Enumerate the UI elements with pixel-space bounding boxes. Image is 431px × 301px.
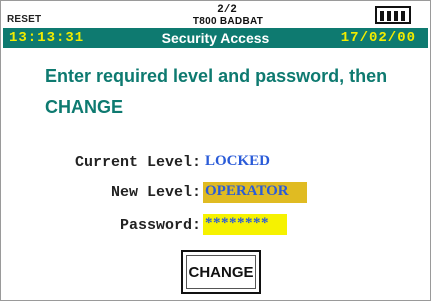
page-indicator: 2/2 bbox=[217, 4, 237, 16]
clock-time: 13:13:31 bbox=[9, 30, 85, 46]
change-button-label: CHANGE bbox=[186, 255, 256, 289]
new-level-select[interactable]: OPERATOR bbox=[203, 182, 307, 203]
password-label: Password: bbox=[119, 217, 201, 234]
status-bar: RESET 2/2 T800 BADBAT bbox=[3, 3, 428, 27]
title-bar: Security Access 13:13:31 17/02/00 bbox=[3, 28, 428, 48]
battery-icon bbox=[375, 6, 413, 25]
clock-date: 17/02/00 bbox=[340, 30, 416, 46]
password-field[interactable]: ******** bbox=[203, 214, 287, 235]
instruction-text: Enter required level and password, then … bbox=[45, 66, 388, 117]
current-level-label: Current Level: bbox=[74, 154, 201, 171]
reset-button[interactable]: RESET bbox=[7, 14, 41, 25]
current-level-value: LOCKED bbox=[205, 153, 271, 169]
new-level-label: New Level: bbox=[110, 184, 201, 201]
change-button[interactable]: CHANGE bbox=[181, 250, 261, 294]
hmi-screen: RESET 2/2 T800 BADBAT Security Access 13… bbox=[0, 0, 431, 301]
device-name: T800 BADBAT bbox=[192, 16, 264, 27]
